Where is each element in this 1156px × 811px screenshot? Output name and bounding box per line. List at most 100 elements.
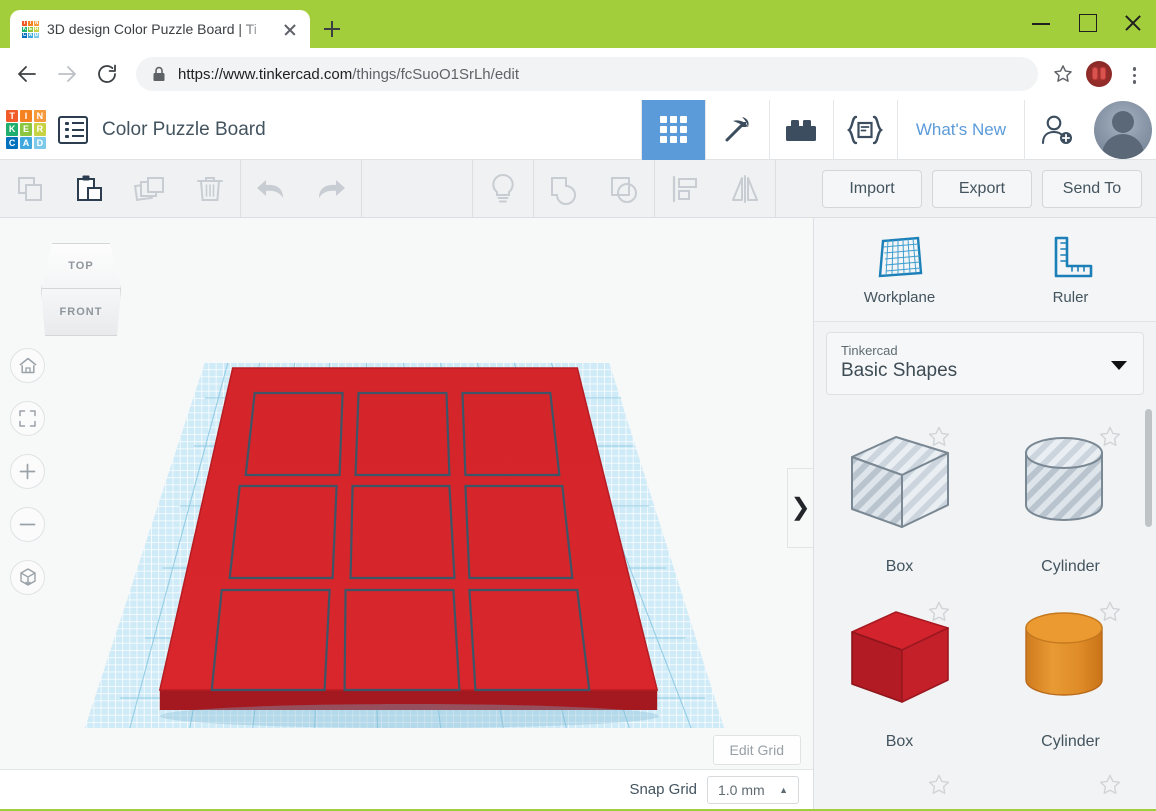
star-icon[interactable] [1048, 59, 1078, 89]
shape-preview-cylinder-hole [985, 409, 1156, 556]
trash-icon[interactable] [180, 160, 240, 218]
caret-up-icon: ▲ [779, 785, 788, 795]
minus-icon [18, 515, 37, 534]
undo-arrow-icon[interactable] [241, 160, 301, 218]
viewcube-top-face[interactable]: TOP [41, 243, 121, 289]
star-outline-icon[interactable] [1098, 425, 1122, 449]
back-arrow-icon[interactable] [8, 55, 46, 93]
address-bar[interactable]: https://www.tinkercad.com/things/fcSuoO1… [136, 57, 1038, 91]
shape-preview-cylinder-solid [985, 584, 1156, 731]
view-cube[interactable]: TOP FRONT [35, 243, 127, 338]
reload-icon[interactable] [88, 55, 126, 93]
align-icon[interactable] [655, 160, 715, 218]
shapes-sidebar: Workplane [814, 218, 1156, 809]
viewcube-front-face[interactable]: FRONT [41, 289, 121, 336]
import-button[interactable]: Import [822, 170, 922, 208]
editor-body: TOP FRONT [0, 218, 1156, 809]
fit-brackets-icon [18, 409, 37, 428]
grouping-tools [534, 160, 654, 218]
tinkercad-header: TIN KER CAD Color Puzzle Board [0, 100, 1156, 160]
star-outline-icon[interactable] [1098, 773, 1122, 797]
maximize-icon[interactable] [1064, 0, 1110, 46]
home-icon [18, 356, 38, 375]
toolbar-divider [361, 160, 362, 218]
kebab-menu-icon[interactable] [1120, 59, 1148, 89]
workplane-tool[interactable]: Workplane [814, 218, 985, 321]
shapes-next-row-partial [814, 759, 1156, 799]
export-button[interactable]: Export [932, 170, 1032, 208]
library-name-label: Basic Shapes [841, 360, 1129, 382]
duplicate-icon[interactable] [120, 160, 180, 218]
tab-codeblocks[interactable] [833, 100, 897, 160]
snap-grid-value: 1.0 mm [718, 782, 765, 798]
ungroup-shapes-icon[interactable] [594, 160, 654, 218]
add-person-icon[interactable] [1024, 100, 1088, 160]
shape-label: Cylinder [1041, 558, 1100, 576]
redo-arrow-icon[interactable] [301, 160, 361, 218]
shape-item-box-hole[interactable]: Box [814, 409, 985, 584]
workplane-icon [874, 233, 926, 281]
shape-library-select[interactable]: Tinkercad Basic Shapes [826, 332, 1144, 395]
zoom-in-button[interactable] [10, 454, 45, 489]
shape-label: Box [886, 733, 914, 751]
shape-item-partial[interactable] [985, 759, 1156, 799]
shape-item-partial[interactable] [814, 759, 985, 799]
star-outline-icon[interactable] [1098, 600, 1122, 624]
lego-brick-icon [782, 116, 820, 144]
shape-item-box-solid[interactable]: Box [814, 584, 985, 759]
mirror-flip-icon[interactable] [715, 160, 775, 218]
edit-grid-button[interactable]: Edit Grid [713, 735, 801, 765]
shape-preview-box-hole [814, 409, 985, 556]
visibility-tools [473, 160, 533, 218]
paste-icon[interactable] [60, 160, 120, 218]
zoom-out-button[interactable] [10, 507, 45, 542]
star-outline-icon[interactable] [927, 773, 951, 797]
close-icon[interactable] [1110, 0, 1156, 46]
tab-3d-designs[interactable] [641, 100, 705, 160]
star-outline-icon[interactable] [927, 425, 951, 449]
shape-preview-box-solid [814, 584, 985, 731]
close-icon[interactable] [280, 19, 300, 39]
copy-icon[interactable] [0, 160, 60, 218]
toolbar-divider [775, 160, 776, 218]
shape-item-cylinder-solid[interactable]: Cylinder [985, 584, 1156, 759]
lightbulb-icon[interactable] [473, 160, 533, 218]
3d-viewport[interactable]: TOP FRONT [0, 218, 814, 809]
new-tab-button[interactable] [318, 15, 346, 43]
grid-3x3-icon [660, 116, 687, 143]
viewcube-top-label: TOP [68, 260, 93, 272]
clipboard-tools [0, 160, 240, 218]
library-select-wrap: Tinkercad Basic Shapes [814, 322, 1156, 395]
star-outline-icon[interactable] [927, 600, 951, 624]
fit-to-view-button[interactable] [10, 401, 45, 436]
page-title[interactable]: Color Puzzle Board [102, 119, 641, 141]
perspective-toggle-button[interactable] [10, 560, 45, 595]
shape-label: Box [886, 558, 914, 576]
tab-blocks[interactable] [769, 100, 833, 160]
tinkercad-logo-icon[interactable]: TIN KER CAD [6, 110, 46, 150]
tab-minecraft[interactable] [705, 100, 769, 160]
avatar[interactable] [1094, 101, 1152, 159]
shape-label: Cylinder [1041, 733, 1100, 751]
browser-tab[interactable]: TIN KER CAD 3D design Color Puzzle Board… [10, 10, 310, 48]
home-view-button[interactable] [10, 348, 45, 383]
tinkercad-logo-icon: TIN KER CAD [22, 21, 39, 38]
library-group-label: Tinkercad [841, 343, 1129, 358]
list-panel-icon[interactable] [58, 116, 88, 144]
chevron-right-icon: ❯ [790, 496, 810, 520]
forward-arrow-icon[interactable] [48, 55, 86, 93]
minimize-icon[interactable] [1018, 0, 1064, 46]
shapes-scroll-area[interactable]: Box Cylinder [814, 395, 1156, 809]
send-to-button[interactable]: Send To [1042, 170, 1142, 208]
collapse-panel-button[interactable]: ❯ [787, 468, 813, 548]
editor-toolbar: Import Export Send To [0, 160, 1156, 218]
align-tools [655, 160, 775, 218]
snap-grid-select[interactable]: 1.0 mm ▲ [707, 776, 799, 804]
lock-icon [152, 66, 166, 82]
whats-new-link[interactable]: What's New [897, 100, 1024, 160]
ruler-tool[interactable]: Ruler [985, 218, 1156, 321]
toolbar-actions: Import Export Send To [822, 170, 1156, 208]
shape-item-cylinder-hole[interactable]: Cylinder [985, 409, 1156, 584]
group-shapes-icon[interactable] [534, 160, 594, 218]
profile-avatar-icon[interactable] [1086, 61, 1112, 87]
